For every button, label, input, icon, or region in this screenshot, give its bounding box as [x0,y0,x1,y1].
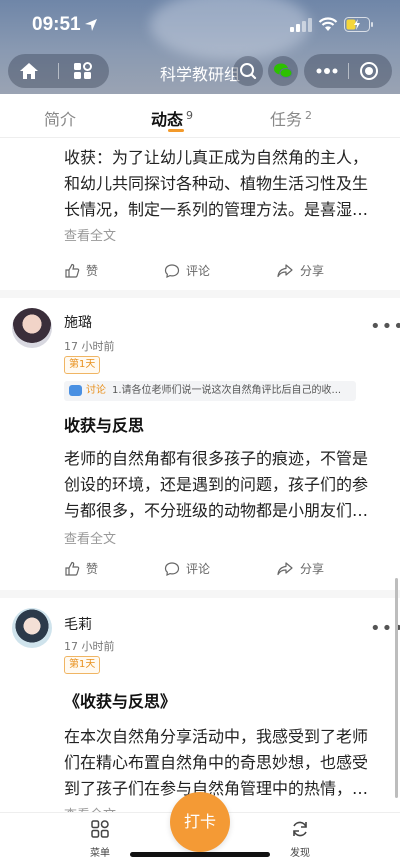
scrollbar[interactable] [395,578,398,798]
post-body: 收获：为了让幼儿真正成为自然角的主人，和幼儿共同探讨各种动、植物生活习性及生长情… [64,148,369,219]
tab-tasks[interactable]: 任务 2 [270,106,312,130]
checkin-button[interactable]: 打卡 [170,792,230,852]
wechat-icon [274,63,293,78]
divider [0,290,400,298]
author-name[interactable]: 毛莉 [64,614,92,634]
comment-icon [164,561,180,576]
discussion-label: 讨论 [86,385,106,396]
post-actions: 赞 评论 分享 [0,252,400,290]
post-card: 收获：为了让幼儿真正成为自然角的主人，和幼儿共同探讨各种动、植物生活习性及生长情… [0,139,400,298]
share-button[interactable]: 分享 [276,560,324,577]
active-tab-indicator [168,129,184,132]
status-time: 09:51 [32,14,81,35]
miniprogram-capsule [304,54,392,88]
tab-count: 2 [305,109,313,122]
see-all-link[interactable]: 查看全文 [64,528,116,547]
tab-intro[interactable]: 简介 [44,106,76,130]
tab-feed[interactable]: 动态 9 [151,106,193,130]
discover-tab-label: 发现 [290,848,310,859]
menu-tab-label: 菜单 [90,848,110,859]
like-button[interactable]: 赞 [64,560,98,577]
day-badge: 第1天 [64,656,101,674]
menu-tab[interactable]: 菜单 [80,819,120,859]
post-body: 在本次自然角分享活动中，我感受到了老师们在精心布置自然角中的奇思妙想，也感受到了… [64,727,369,798]
cellular-signal-icon [290,18,312,32]
like-label: 赞 [86,264,99,278]
discussion-topic[interactable]: 讨论 1.请各位老师们说一说这次自然角评比后自己的收... [64,381,356,401]
grid-menu-icon [91,820,109,838]
share-icon [277,561,293,575]
tab-label: 任务 [270,110,303,129]
post-time: 17 小时前 [64,340,115,353]
discussion-text: 1.请各位老师们说一说这次自然角评比后自己的收... [112,385,342,396]
wechat-button[interactable] [268,56,298,86]
see-all-link[interactable]: 查看全文 [64,225,400,244]
tab-count: 9 [186,109,194,122]
post-card: 施璐 17 小时前 ••• 第1天 讨论 1.请各位老师们说一说这次自然角评比后自… [0,298,400,590]
navigation-bar: 科学教研组 [0,54,400,90]
feed-list[interactable]: 收获：为了让幼儿真正成为自然角的主人，和幼儿共同探讨各种动、植物生活习性及生长情… [0,139,400,812]
share-icon [277,263,293,277]
wifi-icon [318,17,338,31]
post-body: 老师的自然角都有很多孩子的痕迹，不管是创设的环境，还是遇到的问题，孩子们的参与都… [64,449,369,520]
day-badge: 第1天 [64,356,101,374]
search-button[interactable] [233,56,263,86]
tab-label: 动态 [151,110,184,129]
avatar[interactable] [12,608,52,648]
more-options-icon[interactable] [316,64,338,78]
location-arrow-icon [85,19,97,31]
status-bar: 09:51 [0,0,400,52]
like-button[interactable]: 赞 [64,262,98,279]
post-card: 毛莉 17 小时前 ••• 第1天 《收获与反思》 在本次自然角分享活动中，我感… [0,598,400,812]
comment-icon [164,263,180,278]
post-actions: 赞 评论 分享 [0,550,400,588]
search-icon [240,63,257,80]
discover-tab[interactable]: 发现 [280,819,320,859]
comment-label: 评论 [186,264,211,278]
close-miniprogram-icon[interactable] [360,62,378,80]
thumbs-up-icon [65,561,80,576]
tab-bar: 简介 动态 9 任务 2 [0,94,400,138]
header: 09:51 科学教研组 [0,0,400,94]
share-button[interactable]: 分享 [276,262,324,279]
see-all-link[interactable]: 查看全文 [64,804,116,812]
comment-button[interactable]: 评论 [164,262,210,279]
like-label: 赞 [86,562,99,576]
divider [0,590,400,598]
author-name[interactable]: 施璐 [64,312,92,332]
refresh-icon [293,821,307,837]
thumbs-up-icon [65,263,80,278]
comment-button[interactable]: 评论 [164,560,210,577]
more-icon[interactable]: ••• [370,316,400,337]
post-time: 17 小时前 [64,640,115,653]
share-label: 分享 [300,264,325,278]
avatar[interactable] [12,308,52,348]
share-label: 分享 [300,562,325,576]
tab-label: 简介 [44,110,77,129]
chat-bubble-icon [69,385,82,396]
battery-charging-icon [344,17,373,32]
home-indicator [130,852,270,857]
post-title: 《收获与反思》 [64,692,177,711]
post-title: 收获与反思 [64,416,145,435]
comment-label: 评论 [186,562,211,576]
